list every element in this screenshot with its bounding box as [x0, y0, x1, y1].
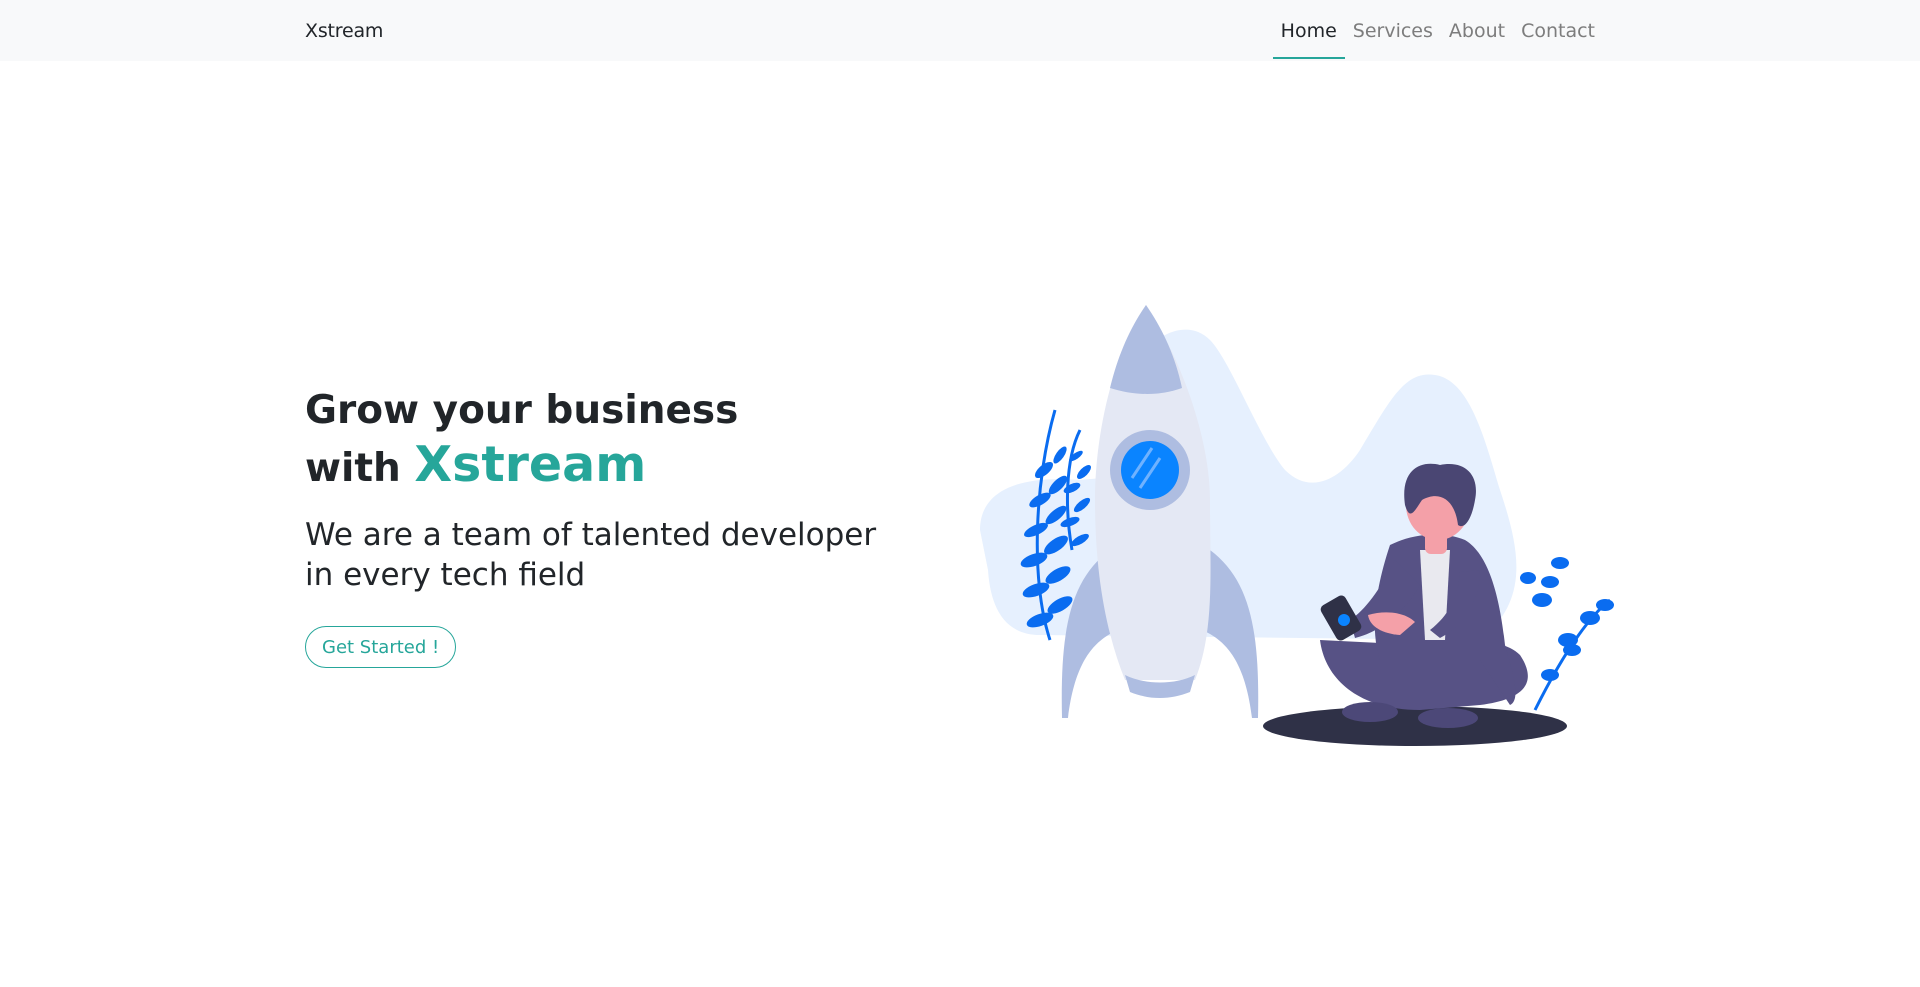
navbar: Xstream Home Services About Contact — [0, 0, 1920, 61]
hero-subtitle: We are a team of talented developer in e… — [305, 517, 877, 593]
nav-link-contact[interactable]: Contact — [1513, 18, 1603, 54]
get-started-button[interactable]: Get Started ! — [305, 626, 457, 668]
hero-title-prefix: with — [305, 446, 401, 491]
hero-title-brand: Xstream — [414, 436, 647, 493]
nav-link-services[interactable]: Services — [1345, 18, 1441, 54]
rocket-launch-illustration — [980, 305, 1614, 746]
nav-link-home[interactable]: Home — [1272, 18, 1345, 59]
ground-shadow-icon — [1263, 706, 1567, 746]
hero-title-line1: Grow your business — [305, 388, 739, 433]
hero-title: Grow your business with Xstream — [305, 384, 738, 496]
plant-right-icon — [1520, 557, 1614, 711]
nav-menu: Home Services About Contact — [1272, 18, 1603, 59]
nav-link-about[interactable]: About — [1441, 18, 1513, 54]
brand-logo[interactable]: Xstream — [305, 20, 383, 42]
